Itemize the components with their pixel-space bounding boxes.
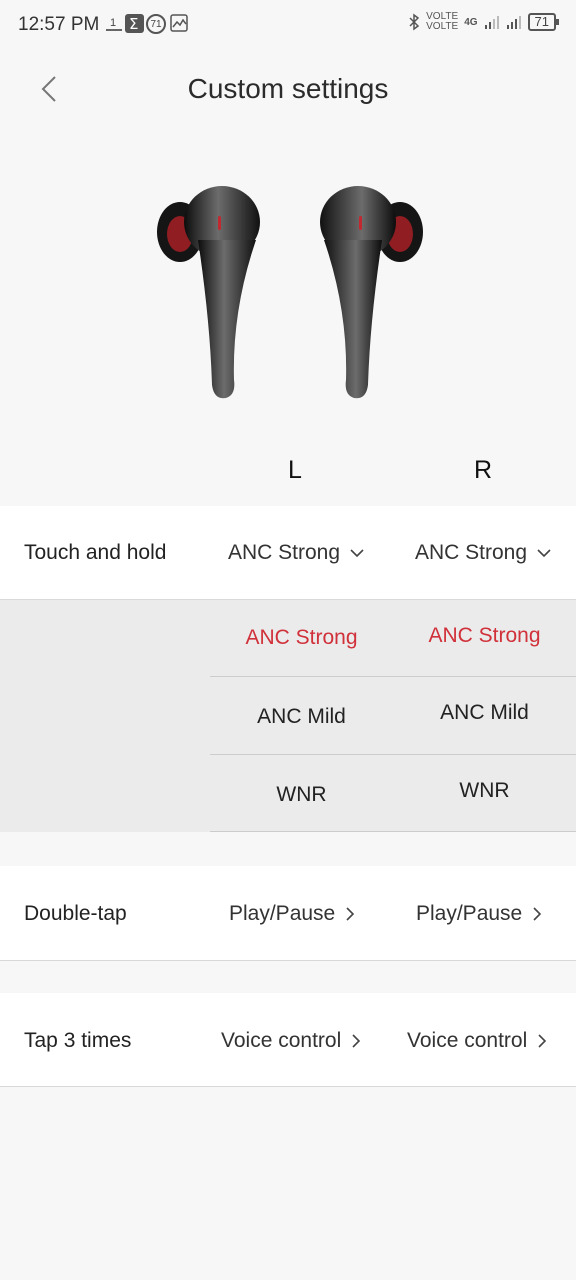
volte-2-label: VOLTE bbox=[426, 21, 459, 32]
divider bbox=[0, 1086, 576, 1087]
right-option-anc-mild[interactable]: ANC Mild bbox=[393, 677, 576, 754]
page-title: Custom settings bbox=[187, 73, 389, 104]
touch-and-hold-right-select[interactable]: ANC Strong bbox=[415, 541, 551, 565]
chevron-right-icon bbox=[352, 1034, 361, 1048]
divider bbox=[393, 831, 576, 832]
left-earbud bbox=[157, 186, 260, 399]
right-options-list: ANC Strong ANC Mild WNR bbox=[393, 600, 576, 832]
double-tap-left-select[interactable]: Play/Pause bbox=[229, 902, 355, 926]
status-right: VOLTE VOLTE 4G 71 bbox=[408, 12, 560, 32]
badge-notification-icon: 71 bbox=[146, 14, 166, 34]
chevron-down-icon bbox=[350, 549, 364, 558]
status-time: 12:57 PM bbox=[18, 14, 100, 35]
volte-indicator: VOLTE VOLTE bbox=[426, 12, 458, 32]
double-tap-row: Double-tap Play/Pause Play/Pause bbox=[0, 866, 576, 960]
touch-and-hold-dropdown: ANC Strong ANC Mild WNR ANC Strong ANC M… bbox=[0, 600, 576, 832]
double-tap-right-value: Play/Pause bbox=[416, 902, 523, 925]
double-tap-left-value: Play/Pause bbox=[229, 902, 336, 925]
gallery-notification-icon bbox=[170, 14, 188, 32]
tap-3-times-left-value: Voice control bbox=[221, 1029, 342, 1052]
divider bbox=[210, 831, 393, 832]
earbuds-image bbox=[157, 186, 423, 399]
signal-icon-1 bbox=[484, 16, 499, 29]
right-option-wnr[interactable]: WNR bbox=[393, 755, 576, 831]
tap-3-times-row: Tap 3 times Voice control Voice control bbox=[0, 993, 576, 1086]
svg-text:1: 1 bbox=[110, 17, 116, 29]
chevron-right-icon bbox=[533, 907, 542, 921]
right-label: R bbox=[474, 456, 493, 484]
chevron-right-icon bbox=[346, 907, 355, 921]
battery-indicator: 71 bbox=[527, 13, 560, 31]
tap-3-times-right-select[interactable]: Voice control bbox=[407, 1029, 547, 1053]
bluetooth-icon bbox=[409, 13, 420, 31]
oneplus-notification-icon: 1 bbox=[104, 14, 124, 34]
tap-3-times-label: Tap 3 times bbox=[24, 1029, 132, 1052]
signal-icon-2 bbox=[506, 16, 521, 29]
tap-3-times-right-value: Voice control bbox=[407, 1029, 528, 1052]
double-tap-right-select[interactable]: Play/Pause bbox=[416, 902, 542, 926]
right-earbud bbox=[320, 186, 423, 399]
network-type: 4G bbox=[464, 16, 478, 28]
left-options-list: ANC Strong ANC Mild WNR bbox=[210, 600, 393, 832]
touch-and-hold-left-value: ANC Strong bbox=[228, 541, 341, 564]
double-tap-label: Double-tap bbox=[24, 902, 127, 925]
touch-and-hold-left-select[interactable]: ANC Strong bbox=[228, 541, 364, 565]
divider bbox=[0, 960, 576, 961]
left-label: L bbox=[288, 456, 302, 484]
touch-and-hold-right-value: ANC Strong bbox=[415, 541, 528, 564]
tap-3-times-left-select[interactable]: Voice control bbox=[221, 1029, 361, 1053]
left-option-anc-strong[interactable]: ANC Strong bbox=[210, 600, 393, 676]
left-option-anc-mild[interactable]: ANC Mild bbox=[210, 677, 393, 754]
touch-and-hold-label: Touch and hold bbox=[24, 541, 167, 564]
left-option-wnr[interactable]: WNR bbox=[210, 755, 393, 831]
right-option-anc-strong[interactable]: ANC Strong bbox=[393, 600, 576, 676]
sigma-notification-icon: Σ bbox=[125, 14, 144, 33]
svg-text:Σ: Σ bbox=[129, 15, 138, 33]
chevron-right-icon bbox=[538, 1034, 547, 1048]
chevron-down-icon bbox=[537, 549, 551, 558]
touch-and-hold-row: Touch and hold ANC Strong ANC Strong bbox=[0, 506, 576, 599]
